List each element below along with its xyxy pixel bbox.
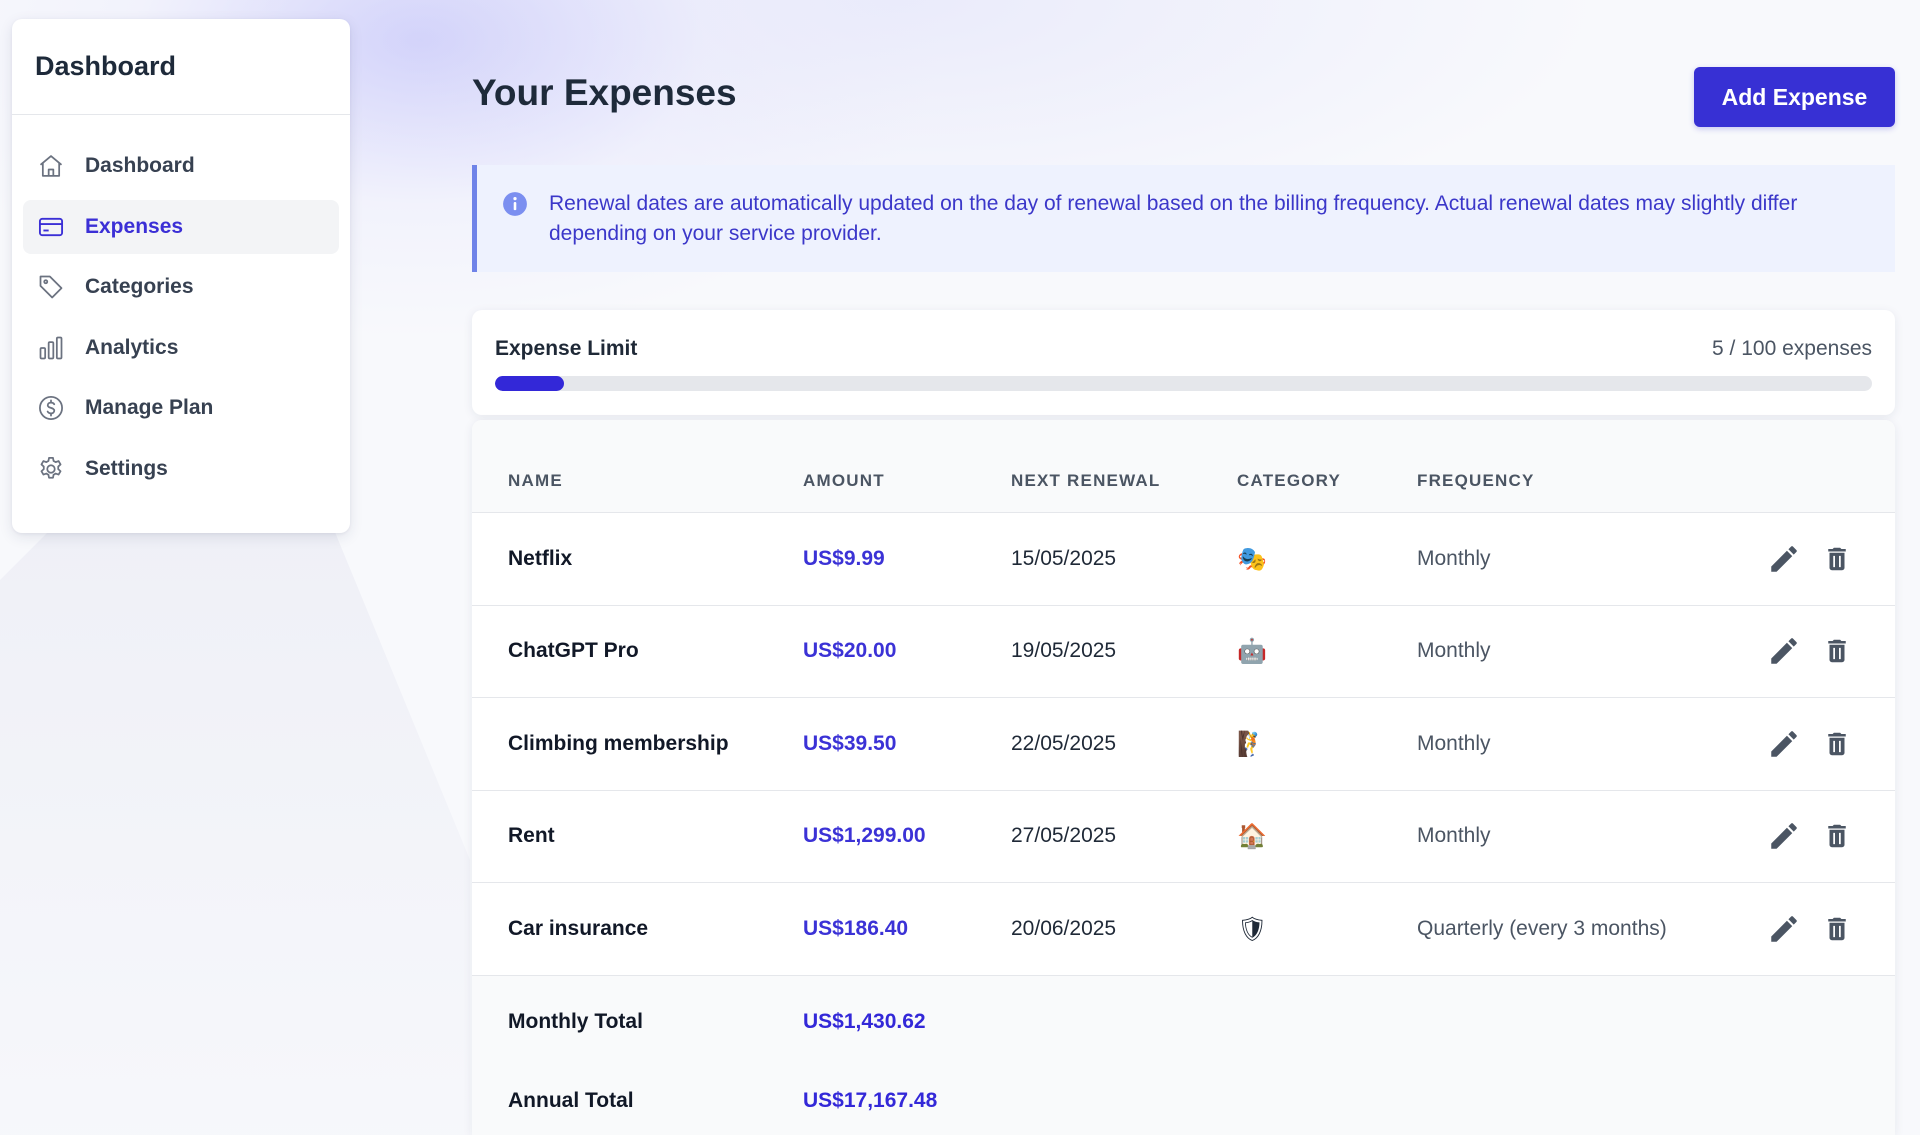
- table-row: ChatGPT Pro US$20.00 19/05/2025 🤖 Monthl…: [472, 605, 1895, 698]
- table-row: Car insurance US$186.40 20/06/2025 🛡 Qua…: [472, 883, 1895, 976]
- expense-amount: US$9.99: [803, 546, 885, 570]
- category-emoji-icon: 🎭: [1237, 544, 1267, 573]
- trash-icon[interactable]: [1822, 634, 1852, 668]
- expense-name: Rent: [508, 824, 555, 848]
- category-emoji-icon: 🤖: [1237, 637, 1267, 666]
- expense-frequency: Monthly: [1417, 639, 1491, 663]
- add-expense-button[interactable]: Add Expense: [1694, 67, 1895, 127]
- category-emoji-icon: 🧗: [1237, 729, 1267, 758]
- category-emoji-icon: 🏠: [1237, 822, 1267, 851]
- expense-amount: US$1,299.00: [803, 824, 926, 848]
- sidebar-header: Dashboard: [12, 19, 350, 115]
- home-icon: [36, 151, 66, 181]
- expense-limit-label: Expense Limit: [495, 337, 638, 360]
- expense-name: Car insurance: [508, 916, 649, 940]
- expense-frequency: Monthly: [1417, 731, 1491, 755]
- column-header-next-renewal[interactable]: NEXT RENEWAL: [1011, 471, 1160, 491]
- monthly-total-row: Monthly Total US$1,430.62: [472, 1010, 1895, 1050]
- expense-next-renewal: 27/05/2025: [1011, 824, 1117, 848]
- expense-limit-card: Expense Limit 5 / 100 expenses: [472, 310, 1895, 415]
- info-icon: [502, 191, 528, 217]
- column-header-frequency[interactable]: FREQUENCY: [1417, 471, 1535, 491]
- annual-total-row: Annual Total US$17,167.48: [472, 1089, 1895, 1129]
- sidebar-item-label: Dashboard: [85, 154, 195, 177]
- expense-frequency: Monthly: [1417, 824, 1491, 848]
- sidebar-title: Dashboard: [35, 51, 177, 81]
- expense-limit-progress-fill: [495, 376, 564, 391]
- sidebar: Dashboard Dashboard Expenses Categories …: [12, 19, 350, 533]
- table-row: Netflix US$9.99 15/05/2025 🎭 Monthly: [472, 513, 1895, 606]
- edit-icon[interactable]: [1767, 727, 1801, 761]
- tag-icon: [36, 272, 66, 302]
- sidebar-item-dashboard[interactable]: Dashboard: [23, 139, 339, 193]
- bar-chart-icon: [36, 333, 66, 363]
- sidebar-item-label: Expenses: [85, 214, 184, 238]
- info-banner-text: Renewal dates are automatically updated …: [549, 192, 1798, 245]
- expense-limit-progress-track: [495, 376, 1872, 391]
- column-header-category[interactable]: CATEGORY: [1237, 471, 1341, 491]
- sidebar-item-settings[interactable]: Settings: [23, 442, 339, 496]
- credit-card-icon: [36, 212, 66, 242]
- expense-limit-count: 5 / 100 expenses: [1712, 337, 1872, 360]
- sidebar-item-categories[interactable]: Categories: [23, 260, 339, 314]
- expense-amount: US$39.50: [803, 731, 897, 755]
- table-row: Rent US$1,299.00 27/05/2025 🏠 Monthly: [472, 790, 1895, 883]
- annual-total-label: Annual Total: [508, 1088, 634, 1112]
- monthly-total-label: Monthly Total: [508, 1009, 643, 1033]
- expense-next-renewal: 19/05/2025: [1011, 639, 1117, 663]
- gear-icon: [36, 454, 66, 484]
- expense-name: ChatGPT Pro: [508, 639, 639, 663]
- column-header-name[interactable]: NAME: [508, 471, 563, 491]
- info-banner: Renewal dates are automatically updated …: [472, 165, 1895, 272]
- expense-next-renewal: 22/05/2025: [1011, 731, 1117, 755]
- sidebar-item-manage-plan[interactable]: Manage Plan: [23, 381, 339, 435]
- expense-name: Climbing membership: [508, 731, 729, 755]
- sidebar-item-label: Categories: [85, 275, 194, 298]
- table-row: Climbing membership US$39.50 22/05/2025 …: [472, 698, 1895, 791]
- table-header: NAME AMOUNT NEXT RENEWAL CATEGORY FREQUE…: [472, 420, 1895, 513]
- edit-icon[interactable]: [1767, 819, 1801, 853]
- expense-name: Netflix: [508, 546, 573, 570]
- page-title: Your Expenses: [472, 72, 737, 113]
- expense-next-renewal: 20/06/2025: [1011, 916, 1117, 940]
- expense-amount: US$186.40: [803, 916, 909, 940]
- sidebar-item-expenses[interactable]: Expenses: [23, 199, 339, 254]
- sidebar-nav: Dashboard Expenses Categories Analytics …: [12, 115, 350, 496]
- table-body: Netflix US$9.99 15/05/2025 🎭 Monthly Cha…: [472, 513, 1895, 976]
- expense-next-renewal: 15/05/2025: [1011, 546, 1117, 570]
- category-emoji-icon: 🛡: [1237, 914, 1268, 943]
- expense-frequency: Monthly: [1417, 546, 1491, 570]
- sidebar-item-label: Settings: [85, 456, 168, 480]
- table-totals: Monthly Total US$1,430.62 Annual Total U…: [472, 975, 1895, 1135]
- trash-icon[interactable]: [1822, 819, 1852, 853]
- dollar-circle-icon: [36, 393, 66, 423]
- edit-icon[interactable]: [1767, 912, 1801, 946]
- sidebar-item-label: Analytics: [85, 335, 179, 359]
- expenses-table: NAME AMOUNT NEXT RENEWAL CATEGORY FREQUE…: [472, 420, 1895, 1135]
- trash-icon[interactable]: [1822, 727, 1852, 761]
- sidebar-item-label: Manage Plan: [85, 396, 214, 419]
- expense-amount: US$20.00: [803, 639, 897, 663]
- edit-icon[interactable]: [1767, 634, 1801, 668]
- column-header-amount[interactable]: AMOUNT: [803, 471, 885, 491]
- expense-frequency: Quarterly (every 3 months): [1417, 916, 1667, 940]
- trash-icon[interactable]: [1822, 912, 1852, 946]
- annual-total-value: US$17,167.48: [803, 1088, 938, 1112]
- monthly-total-value: US$1,430.62: [803, 1009, 926, 1033]
- edit-icon[interactable]: [1767, 542, 1801, 576]
- sidebar-item-analytics[interactable]: Analytics: [23, 321, 339, 375]
- trash-icon[interactable]: [1822, 542, 1852, 576]
